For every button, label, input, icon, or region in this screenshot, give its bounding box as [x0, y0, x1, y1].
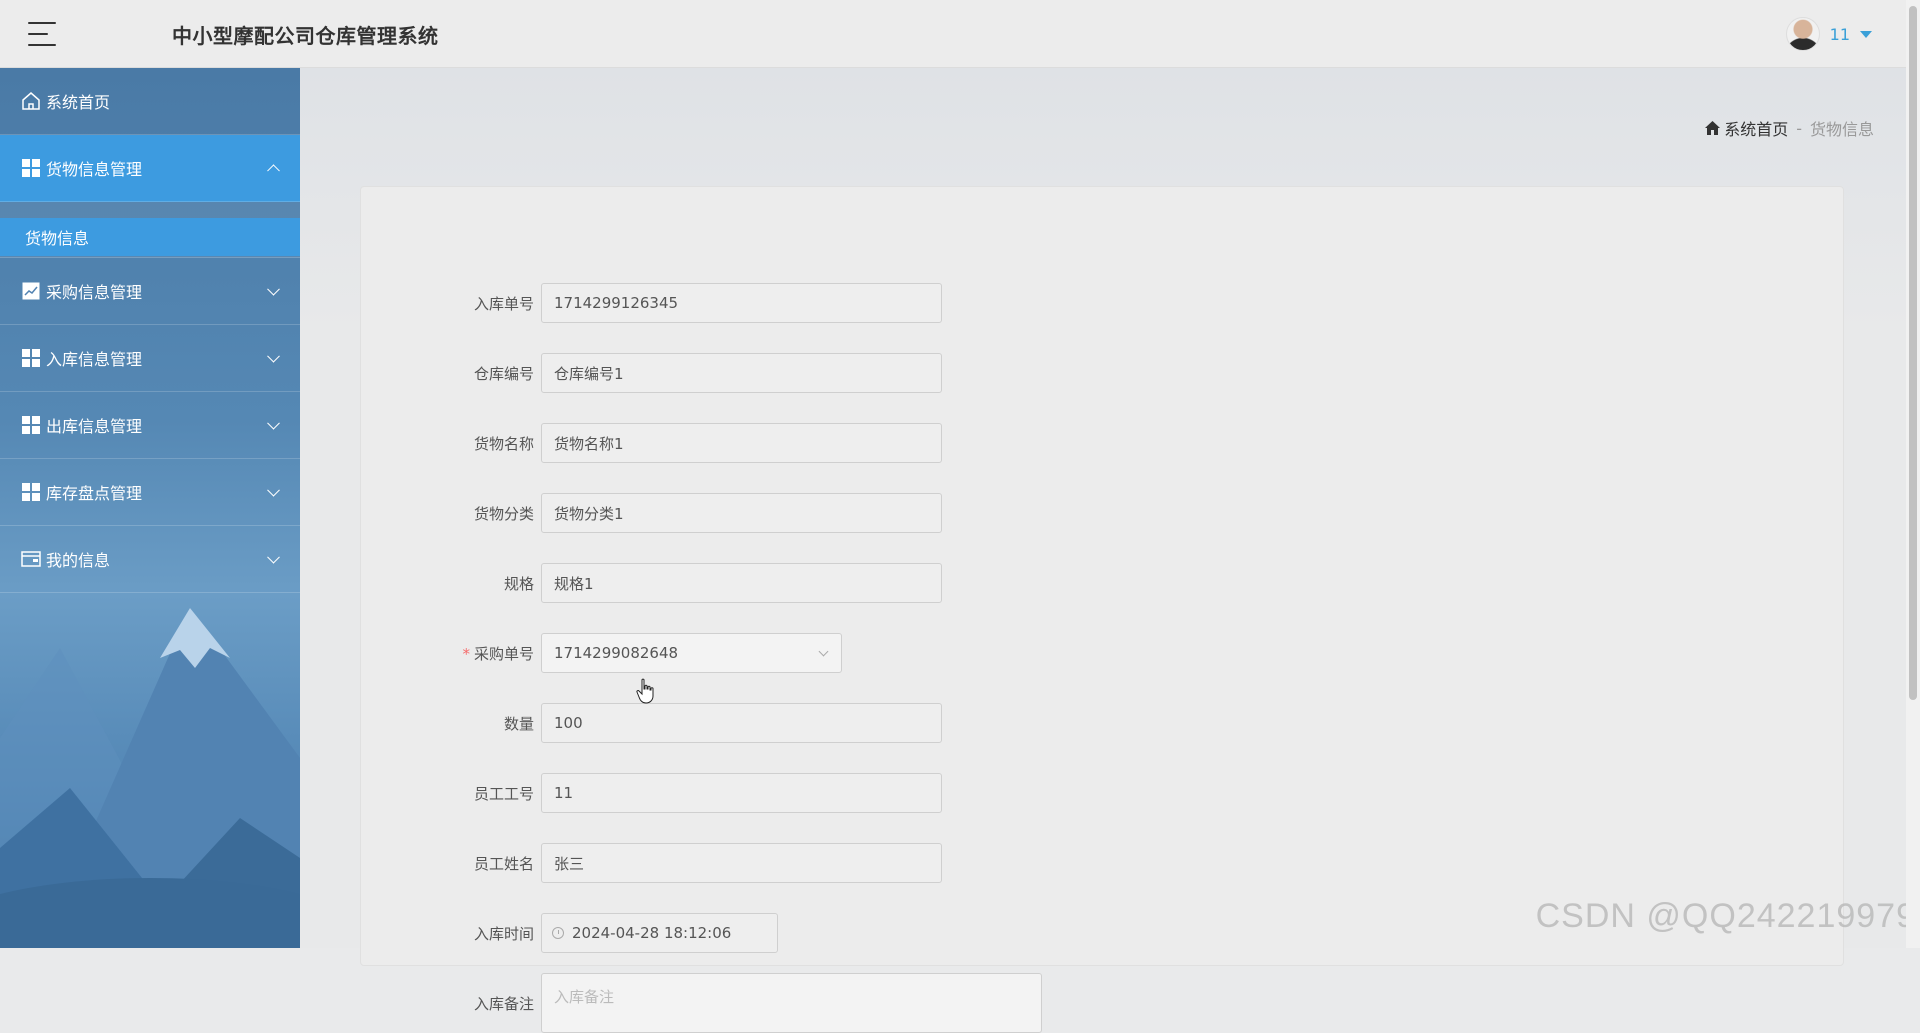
grid-icon — [20, 414, 42, 436]
sidebar-item-label: 入库信息管理 — [46, 346, 142, 370]
app-title: 中小型摩配公司仓库管理系统 — [172, 20, 439, 49]
field-label: 入库时间 — [361, 923, 534, 944]
watermark: CSDN @QQ242219979 — [1536, 897, 1916, 936]
grid-icon — [20, 347, 42, 369]
sidebar-item-inbound-management[interactable]: 入库信息管理 — [0, 325, 300, 392]
spec-input[interactable]: 规格1 — [541, 563, 942, 603]
sidebar-item-outbound-management[interactable]: 出库信息管理 — [0, 392, 300, 459]
grid-icon — [20, 157, 42, 179]
inbound-remark-textarea[interactable]: 入库备注 — [541, 973, 1042, 1033]
inbound-time-picker[interactable]: 2024-04-28 18:12:06 — [541, 913, 778, 953]
quantity-input[interactable]: 100 — [541, 703, 942, 743]
inbound-time-value: 2024-04-28 18:12:06 — [572, 924, 731, 942]
chart-icon — [20, 280, 42, 302]
sidebar: 系统首页 货物信息管理 货物信息 采购信息管理 入库信息管理 出库信息管理 — [0, 68, 300, 948]
sidebar-subitem-goods-info[interactable]: 货物信息 — [0, 202, 300, 258]
caret-down-icon[interactable] — [1860, 31, 1872, 38]
chevron-down-icon — [267, 484, 280, 497]
chevron-down-icon — [267, 350, 280, 363]
top-header: 中小型摩配公司仓库管理系统 11 — [0, 0, 1920, 68]
employee-name-input[interactable]: 张三 — [541, 843, 942, 883]
chevron-up-icon — [267, 164, 280, 177]
grid-icon — [20, 481, 42, 503]
menu-toggle-icon[interactable] — [28, 22, 56, 46]
goods-name-input[interactable]: 货物名称1 — [541, 423, 942, 463]
sidebar-item-inventory-management[interactable]: 库存盘点管理 — [0, 459, 300, 526]
chevron-down-icon — [267, 283, 280, 296]
field-label: 入库单号 — [361, 293, 534, 314]
purchase-no-value: 1714299082648 — [554, 644, 678, 662]
required-mark: * — [462, 645, 470, 663]
mountain-background-illustration — [0, 588, 300, 948]
form-row-inbound-remark: 入库备注 入库备注 — [361, 983, 1843, 1023]
user-name[interactable]: 11 — [1830, 25, 1850, 44]
purchase-no-select[interactable]: 1714299082648 — [541, 633, 842, 673]
hand-cursor-icon — [636, 678, 656, 704]
sidebar-item-goods-management[interactable]: 货物信息管理 — [0, 135, 300, 202]
chevron-down-icon — [267, 551, 280, 564]
form-row-employee-name: 员工姓名 张三 — [361, 843, 1843, 883]
warehouse-no-input[interactable]: 仓库编号1 — [541, 353, 942, 393]
sidebar-subitem-label: 货物信息 — [25, 225, 89, 249]
form-row-employee-no: 员工工号 11 — [361, 773, 1843, 813]
breadcrumb-home-label[interactable]: 系统首页 — [1724, 116, 1788, 140]
sidebar-item-label: 货物信息管理 — [46, 156, 142, 180]
chevron-down-icon — [819, 647, 829, 657]
breadcrumb-separator: - — [1796, 119, 1802, 138]
field-label: 员工姓名 — [361, 853, 534, 874]
avatar[interactable] — [1786, 17, 1820, 51]
sidebar-item-my-info[interactable]: 我的信息 — [0, 526, 300, 593]
form-row-goods-name: 货物名称 货物名称1 — [361, 423, 1843, 463]
field-label: *采购单号 — [361, 643, 534, 664]
field-label: 员工工号 — [361, 783, 534, 804]
form-row-goods-category: 货物分类 货物分类1 — [361, 493, 1843, 533]
scrollbar-thumb[interactable] — [1909, 6, 1917, 700]
sidebar-item-label: 采购信息管理 — [46, 279, 142, 303]
wallet-icon — [20, 548, 42, 570]
user-menu[interactable]: 11 — [1786, 14, 1872, 54]
form-row-inbound-no: 入库单号 1714299126345 — [361, 283, 1843, 323]
breadcrumb-home[interactable]: 系统首页 — [1705, 116, 1788, 140]
breadcrumb-current: 货物信息 — [1810, 116, 1874, 140]
inbound-no-input[interactable]: 1714299126345 — [541, 283, 942, 323]
main-content: 系统首页 - 货物信息 入库单号 1714299126345 仓库编号 仓库编号… — [300, 68, 1920, 948]
sidebar-item-label: 系统首页 — [46, 89, 110, 113]
form-row-purchase-no: *采购单号 1714299082648 — [361, 633, 1843, 673]
scrollbar[interactable] — [1906, 0, 1920, 948]
breadcrumb: 系统首页 - 货物信息 — [1705, 116, 1874, 140]
field-label-text: 采购单号 — [474, 645, 534, 663]
field-label: 货物名称 — [361, 433, 534, 454]
form-row-warehouse-no: 仓库编号 仓库编号1 — [361, 353, 1843, 393]
employee-no-input[interactable]: 11 — [541, 773, 942, 813]
sidebar-item-label: 出库信息管理 — [46, 413, 142, 437]
field-label: 规格 — [361, 573, 534, 594]
chevron-down-icon — [267, 417, 280, 430]
field-label: 仓库编号 — [361, 363, 534, 384]
clock-icon — [552, 927, 564, 939]
sidebar-item-label: 我的信息 — [46, 547, 110, 571]
goods-category-input[interactable]: 货物分类1 — [541, 493, 942, 533]
field-label: 货物分类 — [361, 503, 534, 524]
form-row-quantity: 数量 100 — [361, 703, 1843, 743]
field-label: 数量 — [361, 713, 534, 734]
home-icon — [1705, 121, 1720, 135]
field-label: 入库备注 — [361, 993, 534, 1014]
form-row-spec: 规格 规格1 — [361, 563, 1843, 603]
sidebar-item-purchase-management[interactable]: 采购信息管理 — [0, 258, 300, 325]
goods-form: 入库单号 1714299126345 仓库编号 仓库编号1 货物名称 货物名称1… — [360, 186, 1844, 966]
sidebar-item-home[interactable]: 系统首页 — [0, 68, 300, 135]
sidebar-item-label: 库存盘点管理 — [46, 480, 142, 504]
home-icon — [20, 90, 42, 112]
